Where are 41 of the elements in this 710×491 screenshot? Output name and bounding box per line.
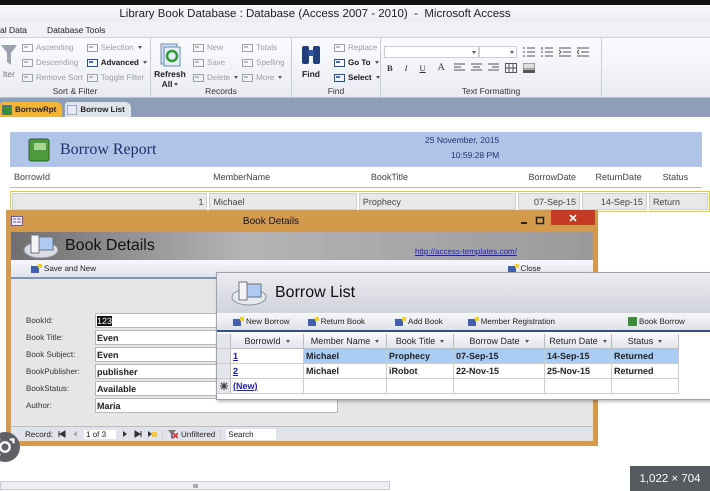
group-label: Text Formatting — [460, 86, 522, 96]
column-header: BookTitle — [370, 172, 409, 182]
table-cell: 22-Nov-15 — [454, 364, 545, 379]
field-label: BookPublisher: — [26, 367, 81, 376]
form-title: Borrow List — [275, 284, 356, 302]
table-cell: Michael — [304, 349, 387, 364]
table-cell: 07-Sep-15 — [454, 349, 545, 364]
field-label: Author: — [26, 401, 53, 410]
navigator-label: Record: — [25, 430, 54, 438]
report-cell: 14-Sep-15 — [582, 193, 647, 210]
column-header: Status — [662, 172, 690, 182]
column-header: BorrowId — [13, 172, 52, 182]
column-header: MemberName — [213, 172, 272, 182]
group-label: Records — [204, 86, 238, 96]
table-cell: Returned — [612, 364, 679, 379]
table-cell: 25-Nov-15 — [545, 364, 612, 379]
report-title: Borrow Report — [60, 140, 156, 158]
table-cell: Michael — [304, 364, 387, 379]
report-cell: 07-Sep-15 — [518, 193, 580, 210]
report-date: 25 November, 2015 — [425, 135, 500, 145]
report-cell: 1 — [12, 193, 208, 210]
column-header: BorrowDate — [528, 172, 578, 182]
group-label: Find — [326, 86, 346, 96]
window-title: Book Details — [242, 216, 300, 226]
form-title: Book Details — [65, 237, 155, 255]
field-label: Book Subject: — [26, 350, 76, 359]
group-label: Sort & Filter — [52, 86, 98, 96]
report-cell: Michael — [209, 193, 357, 210]
column-header: ReturnDate — [596, 172, 643, 182]
table-cell: Returned — [612, 349, 679, 364]
image-size-badge: 1,022 × 704 — [630, 466, 710, 491]
table-cell: 14-Sep-15 — [545, 349, 612, 364]
table-cell: Prophecy — [387, 349, 454, 364]
field-label: Book Title: — [26, 333, 64, 342]
report-cell: Return — [648, 193, 708, 210]
table-cell: iRobot — [387, 364, 454, 379]
report-cell: Prophecy — [358, 193, 516, 210]
field-label: BookId: — [26, 316, 54, 325]
window-title: Library Book Database : Database (Access 2007 - 2010) - Microsoft Access — [119, 8, 511, 20]
field-label: BookStatus: — [26, 384, 70, 393]
report-time: 10:59:28 PM — [451, 150, 500, 160]
